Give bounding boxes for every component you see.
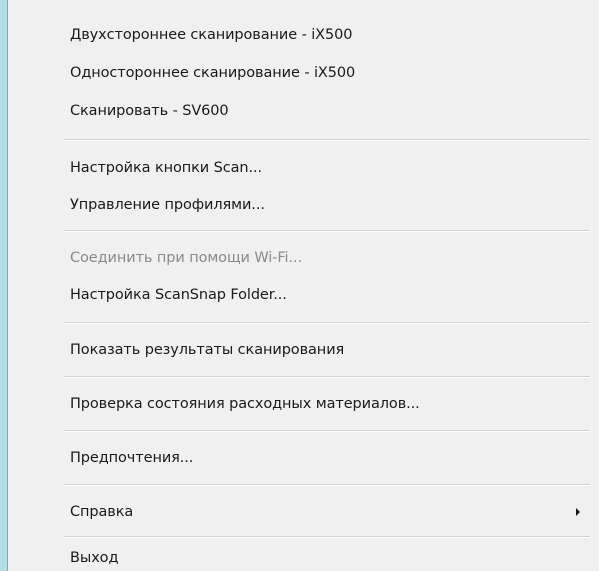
menu-item-wifi-connect: Соединить при помощи Wi-Fi... [8, 241, 590, 275]
menu-item-label: Предпочтения... [70, 450, 194, 466]
menu-separator [64, 484, 590, 486]
menu-separator [64, 230, 590, 232]
menu-item-profile-management[interactable]: Управление профилями... [8, 188, 590, 222]
menu-item-label: Сканировать - SV600 [70, 103, 229, 119]
submenu-arrow-icon [576, 508, 580, 516]
menu-item-scan-sv600[interactable]: Сканировать - SV600 [8, 94, 590, 128]
menu-item-label: Соединить при помощи Wi-Fi... [70, 250, 302, 266]
menu-item-help[interactable]: Справка [8, 495, 590, 529]
menu-separator [64, 536, 590, 538]
menu-item-label: Управление профилями... [70, 197, 265, 213]
menu-item-preferences[interactable]: Предпочтения... [8, 441, 590, 475]
menu-item-label: Настройка ScanSnap Folder... [70, 287, 287, 303]
window-edge [0, 0, 7, 571]
menu-item-duplex-scan[interactable]: Двухстороннее сканирование - iX500 [8, 18, 590, 52]
context-menu: Двухстороннее сканирование - iX500 Однос… [8, 0, 599, 571]
menu-item-consumables[interactable]: Проверка состояния расходных материалов.… [8, 387, 590, 421]
menu-item-label: Настройка кнопки Scan... [70, 160, 263, 176]
menu-item-label: Справка [70, 504, 134, 520]
menu-item-label: Выход [70, 550, 119, 566]
screen: Двухстороннее сканирование - iX500 Однос… [0, 0, 599, 571]
menu-separator [64, 322, 590, 324]
menu-item-label: Проверка состояния расходных материалов.… [70, 396, 420, 412]
menu-item-label: Показать результаты сканирования [70, 342, 345, 358]
menu-item-exit[interactable]: Выход [8, 541, 590, 571]
menu-item-label: Одностороннее сканирование - iX500 [70, 65, 356, 81]
menu-separator [64, 376, 590, 378]
menu-item-label: Двухстороннее сканирование - iX500 [70, 27, 353, 43]
menu-item-simplex-scan[interactable]: Одностороннее сканирование - iX500 [8, 56, 590, 90]
menu-item-scan-button-settings[interactable]: Настройка кнопки Scan... [8, 151, 590, 185]
menu-separator [64, 139, 590, 141]
menu-separator [64, 430, 590, 432]
menu-item-scansnap-folder[interactable]: Настройка ScanSnap Folder... [8, 278, 590, 312]
menu-item-show-results[interactable]: Показать результаты сканирования [8, 333, 590, 367]
